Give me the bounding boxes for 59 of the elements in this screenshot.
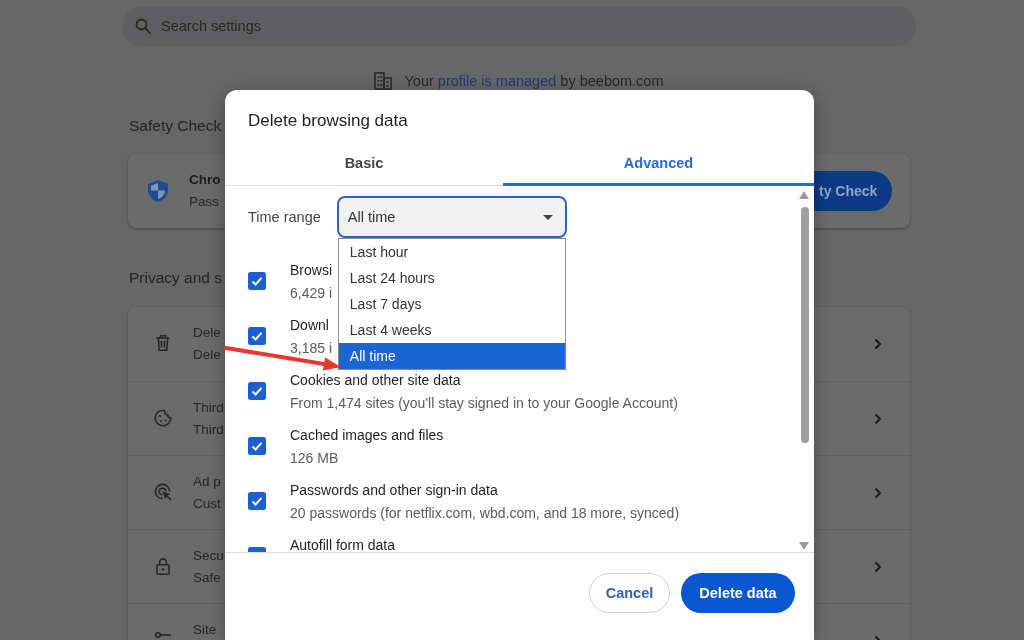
scrollbar-thumb[interactable] bbox=[801, 207, 809, 443]
item-title: Passwords and other sign-in data bbox=[290, 482, 498, 499]
shield-icon bbox=[148, 180, 168, 202]
row-subtitle: Cust bbox=[193, 495, 221, 513]
dropdown-option[interactable]: Last 24 hours bbox=[338, 265, 565, 291]
chevron-icon bbox=[874, 561, 882, 573]
row-title: Ad p bbox=[193, 473, 221, 491]
row-subtitle: Dele bbox=[193, 346, 221, 364]
chevron-icon bbox=[874, 487, 882, 499]
cookie-icon bbox=[154, 409, 172, 427]
chevron-icon bbox=[874, 338, 882, 350]
item-title: Downl bbox=[290, 317, 329, 334]
chevron-icon bbox=[874, 413, 882, 425]
section-heading: Privacy and s bbox=[129, 268, 223, 288]
item-title: Cached images and files bbox=[290, 427, 444, 444]
search-icon bbox=[135, 18, 151, 34]
section-heading: Safety Check bbox=[129, 116, 222, 136]
safety-check-button[interactable]: ty Check bbox=[814, 171, 892, 211]
card-title: Chro bbox=[189, 171, 221, 189]
item-subtitle: 6,429 i bbox=[290, 285, 333, 302]
item-title: Cookies and other site data bbox=[290, 372, 461, 389]
card-subtitle: Pass bbox=[189, 193, 220, 211]
dropdown-option[interactable]: Last 4 weeks bbox=[338, 317, 565, 343]
item-title: Autofill form data bbox=[290, 537, 396, 552]
checkbox[interactable] bbox=[248, 382, 266, 400]
tab[interactable]: Basic bbox=[225, 140, 503, 186]
search-field[interactable]: Search settings bbox=[122, 6, 916, 46]
item-title: Browsi bbox=[290, 262, 332, 279]
row-title: Dele bbox=[193, 324, 221, 342]
item-subtitle: 126 MB bbox=[290, 450, 339, 467]
item-subtitle: From 1,474 sites (you'll stay signed in to your Google Account) bbox=[290, 395, 678, 412]
checkbox[interactable] bbox=[248, 272, 266, 290]
scroll-up-icon[interactable] bbox=[799, 191, 809, 199]
time-range-select[interactable]: All time bbox=[336, 196, 567, 238]
row-title: Third bbox=[193, 399, 224, 417]
dropdown-option[interactable]: Last 7 days bbox=[338, 291, 565, 317]
dropdown-option[interactable]: Last hour bbox=[338, 239, 565, 265]
dialog-title: Delete browsing data bbox=[247, 110, 409, 131]
cancel-button[interactable]: Cancel bbox=[589, 573, 670, 613]
scroll-down-icon[interactable] bbox=[799, 542, 809, 550]
row-subtitle: Third bbox=[193, 421, 224, 439]
cursor-target-icon bbox=[154, 483, 172, 501]
row-subtitle: Safe bbox=[193, 569, 222, 587]
lock-icon bbox=[154, 557, 172, 575]
row-title: Site bbox=[193, 621, 217, 639]
tab[interactable]: Advanced bbox=[503, 140, 814, 186]
item-subtitle: 20 passwords (for netflix.com, wbd.com, and 18 more, synced) bbox=[290, 505, 680, 522]
checkbox[interactable] bbox=[248, 437, 266, 455]
time-range-label: Time range bbox=[248, 209, 321, 225]
dropdown-option[interactable]: All time bbox=[338, 343, 565, 369]
trash-icon bbox=[154, 334, 172, 352]
managed-notice: Your profile is managed by beebom.com bbox=[404, 72, 664, 90]
caret-icon bbox=[542, 214, 553, 220]
delete-data-button[interactable]: Delete data bbox=[681, 573, 795, 613]
checkbox[interactable] bbox=[248, 327, 266, 345]
building-icon bbox=[374, 72, 393, 90]
row-title: Secu bbox=[193, 547, 224, 565]
item-subtitle: 3,185 i bbox=[290, 340, 333, 357]
checkbox[interactable] bbox=[248, 492, 266, 510]
